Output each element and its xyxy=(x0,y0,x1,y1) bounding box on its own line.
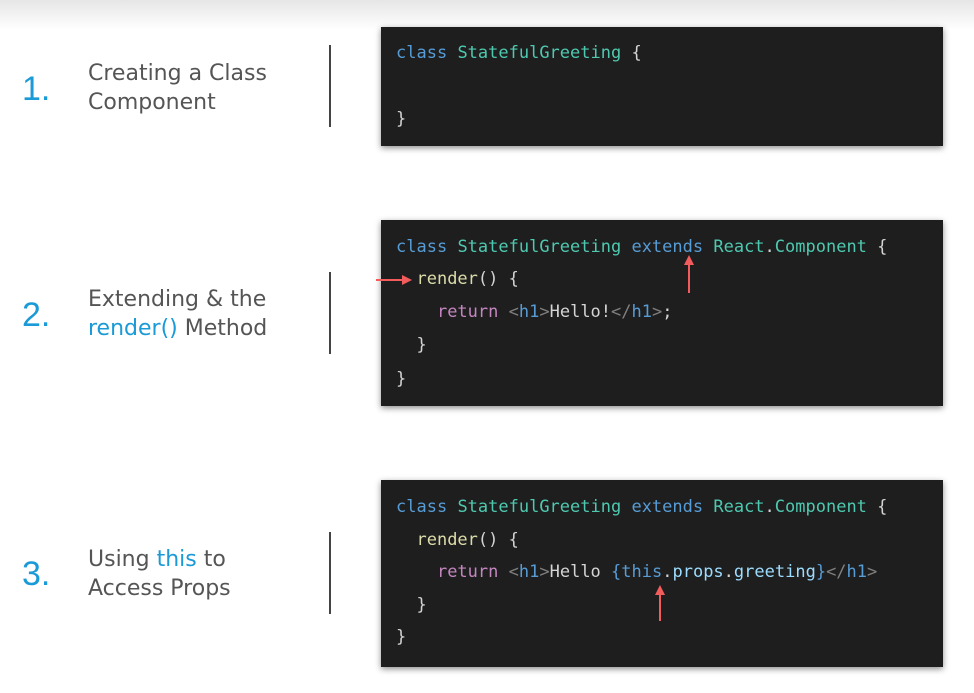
dot: . xyxy=(764,237,775,257)
step-3-divider xyxy=(329,532,331,614)
jsx-text: Hello! xyxy=(549,302,612,322)
step-1-title-line2: Component xyxy=(88,90,216,115)
step-3-code-block: class StatefulGreeting extends React.Com… xyxy=(381,480,943,667)
parens-brace: () { xyxy=(477,530,519,550)
step-2-divider xyxy=(329,272,331,354)
react-identifier: React xyxy=(713,237,765,257)
brace: } xyxy=(396,369,407,389)
extends-keyword: extends xyxy=(631,497,704,517)
step-2-title-line1: Extending & the xyxy=(88,287,267,312)
jsx-brace: { xyxy=(611,562,622,582)
keyword: class xyxy=(396,237,448,257)
code-line: } xyxy=(396,593,427,617)
greeting-identifier: greeting xyxy=(733,562,816,582)
step-3-title-line1: Using this to xyxy=(88,545,231,574)
brace: { xyxy=(877,497,888,517)
tag-name: h1 xyxy=(518,302,540,322)
step-2-title-highlight: render() xyxy=(88,316,178,341)
right-arrow-icon xyxy=(376,275,412,285)
parens-brace: () { xyxy=(477,269,519,289)
step-3-title-highlight: this xyxy=(156,547,197,572)
render-method: render xyxy=(416,530,478,550)
code-line: } xyxy=(396,333,427,357)
tag-bracket: </ xyxy=(826,562,847,582)
code-line: render() { xyxy=(396,267,519,291)
code-line: } xyxy=(396,367,406,391)
component-identifier: Component xyxy=(774,497,867,517)
up-arrow-icon xyxy=(655,585,665,621)
step-1-number: 1. xyxy=(22,70,51,108)
tag-bracket: < xyxy=(508,302,519,322)
step-3-title-line2: Access Props xyxy=(88,576,231,601)
dot: . xyxy=(764,497,775,517)
top-shade xyxy=(0,0,974,30)
keyword: class xyxy=(396,497,448,517)
step-3-title-a: Using xyxy=(88,547,157,572)
code-line: } xyxy=(396,107,406,131)
tag-bracket: > xyxy=(539,562,550,582)
jsx-text: Hello xyxy=(549,562,612,582)
return-keyword: return xyxy=(436,302,499,322)
brace: } xyxy=(396,109,407,129)
up-arrow-icon xyxy=(684,255,694,293)
jsx-brace: } xyxy=(815,562,827,582)
tag-name: h1 xyxy=(518,562,540,582)
code-line: render() { xyxy=(396,528,519,552)
step-2-number: 2. xyxy=(22,296,51,334)
brace: } xyxy=(416,335,427,355)
render-method: render xyxy=(416,269,478,289)
props-identifier: props xyxy=(672,562,724,582)
step-2-title-rest: Method xyxy=(177,316,268,341)
step-3-number: 3. xyxy=(22,555,51,593)
component-identifier: Component xyxy=(774,237,867,257)
react-identifier: React xyxy=(713,497,765,517)
tag-name: h1 xyxy=(631,302,652,322)
dot: . xyxy=(723,562,734,582)
step-1-title: Creating a Class Component xyxy=(88,59,267,117)
this-keyword: this xyxy=(621,562,663,582)
tag-bracket: < xyxy=(508,562,519,582)
step-2-title: Extending & the render() Method xyxy=(88,285,267,343)
code-line: class StatefulGreeting extends React.Com… xyxy=(396,495,887,519)
semicolon: ; xyxy=(662,302,673,322)
code-line: return <h1>Hello {this.props.greeting}</… xyxy=(396,560,877,584)
code-line: class StatefulGreeting extends React.Com… xyxy=(396,235,887,259)
dot: . xyxy=(662,562,673,582)
step-1-title-line1: Creating a Class xyxy=(88,61,267,86)
step-1-code-block: class StatefulGreeting { } xyxy=(381,27,943,146)
tag-bracket: > xyxy=(652,302,663,322)
tag-name: h1 xyxy=(846,562,868,582)
class-name: StatefulGreeting xyxy=(457,43,622,63)
code-line: return <h1>Hello!</h1>; xyxy=(396,300,673,324)
class-name: StatefulGreeting xyxy=(457,497,622,517)
keyword: class xyxy=(396,43,448,63)
step-1-divider xyxy=(329,45,331,127)
brace: } xyxy=(396,627,407,647)
code-line: } xyxy=(396,625,406,649)
tag-bracket: > xyxy=(539,302,550,322)
step-2-code-block: class StatefulGreeting extends React.Com… xyxy=(381,220,943,406)
code-line: class StatefulGreeting { xyxy=(396,41,642,65)
tag-bracket: > xyxy=(867,562,878,582)
step-2-title-line2: render() Method xyxy=(88,314,267,343)
return-keyword: return xyxy=(436,562,499,582)
step-3-title-b: to xyxy=(196,547,226,572)
brace: { xyxy=(631,43,642,63)
brace: } xyxy=(416,595,427,615)
brace: { xyxy=(877,237,888,257)
step-3-title: Using this to Access Props xyxy=(88,545,231,603)
class-name: StatefulGreeting xyxy=(457,237,622,257)
tag-bracket: </ xyxy=(611,302,632,322)
